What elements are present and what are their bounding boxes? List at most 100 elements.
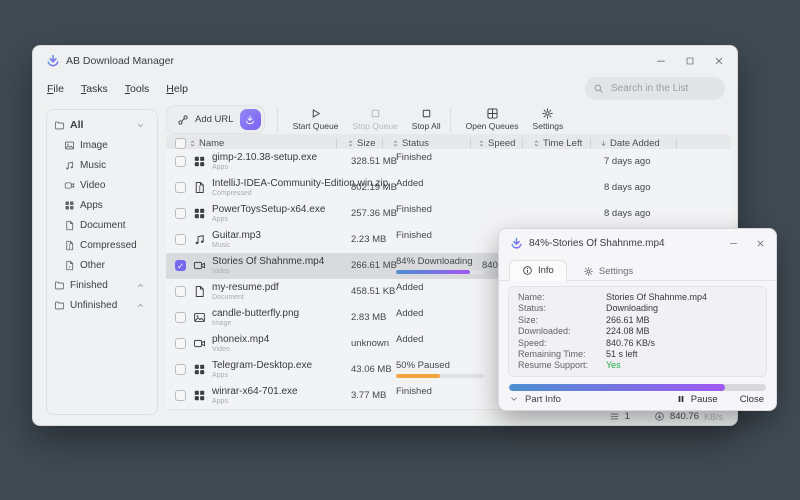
sidebar-item-finished[interactable]: Finished [50, 275, 154, 295]
info-field-label: Speed: [518, 338, 606, 349]
folder-icon [54, 120, 65, 131]
info-field-value: Downloading [606, 303, 658, 314]
info-field: Remaining Time:51 s left [518, 349, 757, 360]
column-header-label: Name [199, 138, 224, 149]
tab-settings[interactable]: Settings [571, 262, 645, 281]
play-icon [309, 107, 322, 120]
sidebar-item-image[interactable]: Image [50, 135, 154, 155]
music-icon [193, 233, 206, 246]
apps-icon [193, 155, 206, 168]
pause-button[interactable]: Pause [676, 394, 718, 405]
row-checkbox[interactable] [175, 156, 186, 167]
chevron-down-icon [509, 394, 519, 404]
file-category: Video [212, 268, 230, 275]
info-field: Size:266.61 MB [518, 315, 757, 326]
maximize-icon[interactable] [684, 55, 696, 67]
table-header: NameSizeStatusSpeedTime LeftDate Added [166, 134, 731, 149]
row-checkbox[interactable] [175, 390, 186, 401]
sidebar-item-label: Image [80, 140, 108, 151]
column-header-label: Speed [488, 138, 515, 149]
info-field-label: Name: [518, 292, 606, 303]
grid-icon [486, 107, 499, 120]
table-row[interactable]: gimp-2.10.38-setup.exeApps328.51 MBFinis… [166, 149, 731, 175]
sidebar-item-document[interactable]: Document [50, 215, 154, 235]
toolbar-button-open-queues[interactable]: Open Queues [459, 105, 526, 133]
info-field: Downloaded:224.08 MB [518, 326, 757, 337]
search-box[interactable] [585, 77, 725, 100]
pause-icon [676, 394, 686, 404]
close-icon[interactable] [755, 238, 766, 249]
video-icon [64, 180, 75, 191]
download-icon [244, 114, 256, 126]
select-all-checkbox[interactable] [175, 138, 186, 149]
toolbar-button-stop-all[interactable]: Stop All [405, 105, 448, 133]
add-url-button[interactable]: Add URL [166, 105, 265, 134]
apps-icon [64, 200, 75, 211]
sidebar-item-apps[interactable]: Apps [50, 195, 154, 215]
cell-size: unknown [351, 338, 389, 349]
info-field: Status:Downloading [518, 303, 757, 314]
desktop: { "app": { "title": "AB Download Manager… [0, 0, 800, 500]
cell-status: Added [396, 282, 423, 293]
app-logo-icon [510, 237, 523, 250]
toolbar-separator [450, 107, 451, 133]
toolbar-button-label: Stop All [412, 121, 441, 131]
column-separator [676, 138, 677, 149]
row-checkbox[interactable] [175, 182, 186, 193]
search-input[interactable] [609, 82, 703, 95]
minimize-icon[interactable] [655, 55, 667, 67]
info-field-label: Size: [518, 315, 606, 326]
sidebar-item-music[interactable]: Music [50, 155, 154, 175]
file-name: Guitar.mp3 [212, 230, 261, 241]
sidebar-item-label: Unfinished [70, 300, 117, 311]
row-checkbox[interactable] [175, 312, 186, 323]
video-icon [193, 259, 206, 272]
table-row[interactable]: IntelliJ-IDEA-Community-Edition.win.zipC… [166, 175, 731, 201]
toolbar-button-label: Stop Queue [352, 121, 397, 131]
row-checkbox[interactable] [175, 234, 186, 245]
close-icon[interactable] [713, 55, 725, 67]
sidebar-item-compressed[interactable]: Compressed [50, 235, 154, 255]
row-checkbox[interactable] [175, 364, 186, 375]
sidebar-item-video[interactable]: Video [50, 175, 154, 195]
close-button[interactable]: Close [740, 394, 764, 405]
toolbar-button-stop-queue: Stop Queue [345, 105, 404, 133]
status-progress-bar [396, 374, 484, 378]
toolbar-button-start-queue[interactable]: Start Queue [286, 105, 346, 133]
add-url-download-button[interactable] [240, 109, 261, 130]
row-checkbox[interactable] [175, 338, 186, 349]
sidebar-item-all[interactable]: All [50, 115, 154, 135]
download-dialog: 84%-Stories Of Shahnme.mp4 InfoSettings … [498, 228, 777, 411]
window-controls [655, 55, 729, 67]
file-icon [64, 260, 75, 271]
cell-status: 84% Downloading [396, 256, 473, 267]
file-category: Document [212, 294, 244, 301]
sidebar-item-unfinished[interactable]: Unfinished [50, 295, 154, 315]
info-field-value: 224.08 MB [606, 326, 650, 337]
dialog-window-controls [728, 238, 766, 249]
toolbar: Add URL Start Queue Stop Queue Stop All Ope… [166, 103, 731, 134]
tab-info[interactable]: Info [509, 260, 567, 281]
part-info-toggle[interactable]: Part Info [509, 394, 561, 405]
info-field-label: Resume Support: [518, 360, 606, 371]
row-checkbox[interactable]: ✓ [175, 260, 186, 271]
toolbar-button-label: Settings [533, 121, 564, 131]
menu-item-file[interactable]: File [47, 83, 64, 95]
row-checkbox[interactable] [175, 208, 186, 219]
row-checkbox[interactable] [175, 286, 186, 297]
table-row[interactable]: PowerToysSetup-x64.exeApps257.36 MBFinis… [166, 201, 731, 227]
dialog-tabs: InfoSettings [499, 255, 776, 281]
sidebar-item-other[interactable]: Other [50, 255, 154, 275]
link-icon [177, 114, 189, 126]
menu-items: File Tasks Tools Help [47, 83, 205, 95]
toolbar-button-settings[interactable]: Settings [526, 105, 571, 133]
image-icon [193, 311, 206, 324]
menu-item-tasks[interactable]: Tasks [81, 83, 108, 95]
minimize-icon[interactable] [728, 238, 739, 249]
file-name: PowerToysSetup-x64.exe [212, 204, 325, 215]
file-name: winrar-x64-701.exe [212, 386, 298, 397]
part-info-label: Part Info [525, 394, 561, 405]
menu-item-tools[interactable]: Tools [125, 83, 150, 95]
menu-item-help[interactable]: Help [166, 83, 188, 95]
cell-status: Finished [396, 230, 432, 241]
